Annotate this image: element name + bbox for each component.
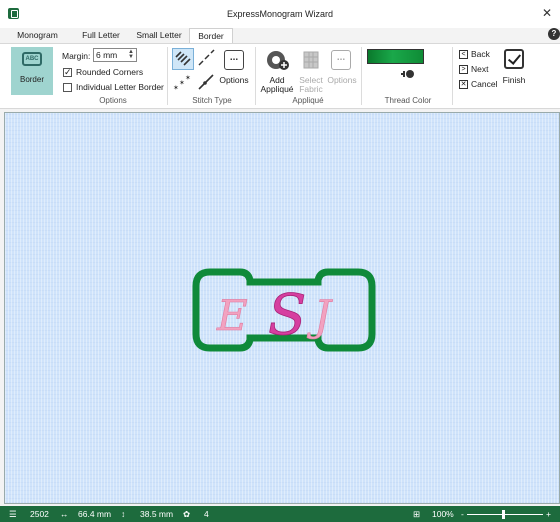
cancel-icon: ✕ [459, 80, 468, 90]
border-button[interactable]: ABC Border [11, 47, 53, 95]
rounded-corners-label: Rounded Corners [76, 67, 144, 77]
close-icon[interactable]: ✕ [542, 6, 552, 20]
stitch-options-icon[interactable]: ... [224, 50, 244, 70]
tab-full-letter[interactable]: Full Letter [74, 28, 128, 43]
tab-border[interactable]: Border [189, 28, 233, 43]
zoom-in-icon[interactable]: + [546, 509, 551, 519]
svg-text:✶: ✶ [185, 74, 191, 82]
tab-small-letter[interactable]: Small Letter [130, 28, 188, 43]
add-applique-icon[interactable] [265, 49, 289, 71]
back-button[interactable]: < Back [459, 49, 490, 60]
title-bar: ExpressMonogram Wizard ✕ [0, 0, 560, 28]
running-stitch-icon[interactable] [196, 48, 218, 70]
window-title: ExpressMonogram Wizard [226, 9, 334, 19]
separator [361, 47, 362, 105]
stitch-options-label[interactable]: Options [216, 76, 252, 85]
border-icon: ABC [22, 52, 42, 66]
zoom-out-icon[interactable]: - [461, 509, 464, 519]
monogram-letter-left: E [216, 291, 248, 340]
margin-label: Margin: [62, 51, 91, 61]
separator [255, 47, 256, 105]
satin-stitch-icon[interactable] [172, 48, 194, 70]
triple-stitch-icon[interactable] [196, 72, 218, 94]
stitch-count-icon: ☰ [9, 509, 17, 519]
border-button-label: Border [19, 75, 44, 84]
margin-spinner[interactable]: ▲ ▼ [128, 49, 134, 60]
cancel-label: Cancel [471, 79, 498, 89]
thread-color-group-label: Thread Color [384, 96, 432, 105]
stitch-type-group-label: Stitch Type [192, 96, 232, 105]
monogram-design[interactable]: E S J [190, 264, 378, 356]
app-window: ExpressMonogram Wizard ✕ ? Monogram Full… [0, 0, 560, 522]
back-label: Back [471, 49, 490, 59]
back-icon: < [459, 50, 468, 60]
zoom-slider-thumb[interactable] [502, 510, 505, 519]
ribbon: ABC Border Margin: 6 mm ▲▼ Rounded Corne… [0, 43, 560, 109]
applique-options-label[interactable]: Options [324, 76, 360, 85]
next-label: Next [471, 64, 489, 74]
applique-options-icon[interactable]: ... [331, 50, 351, 70]
tab-monogram[interactable]: Monogram [9, 28, 66, 43]
select-fabric-icon[interactable] [300, 49, 322, 71]
width-icon: ↔ [60, 509, 69, 519]
next-icon: > [459, 65, 468, 75]
individual-letter-border-label: Individual Letter Border [76, 82, 164, 92]
finish-button[interactable]: Finish [499, 76, 529, 85]
color-count: 4 [204, 509, 209, 519]
add-applique-button[interactable]: Add Appliqué [258, 76, 296, 94]
monogram-letter-right: J [306, 291, 333, 340]
color-picker-icon[interactable] [401, 69, 415, 79]
individual-letter-border-checkbox[interactable] [63, 83, 72, 92]
tab-bar: Monogram Full Letter Small Letter Border [0, 28, 560, 43]
zoom-fit-icon[interactable]: ⊞ [413, 509, 420, 520]
margin-input[interactable]: 6 mm ▲ ▼ [93, 48, 137, 62]
separator [452, 47, 453, 105]
applique-group-label: Appliqué [292, 96, 324, 105]
zoom-slider[interactable] [467, 514, 543, 515]
stitch-count: 2502 [30, 509, 49, 519]
options-group-label: Options [99, 96, 127, 105]
palette-icon: ✿ [183, 509, 191, 519]
zoom-level: 100% [432, 509, 454, 519]
margin-value: 6 mm [96, 50, 118, 60]
design-width: 66.4 mm [78, 509, 112, 519]
cancel-button[interactable]: ✕ Cancel [459, 79, 498, 90]
design-height: 38.5 mm [140, 509, 174, 519]
monogram-letter-center: S [268, 283, 306, 348]
thread-color-swatch[interactable] [367, 49, 424, 64]
status-bar: ☰ 2502 ↔ 66.4 mm ↕ 38.5 mm ✿ 4 ⊞ 100% - … [0, 506, 560, 522]
next-button[interactable]: > Next [459, 64, 489, 75]
separator [167, 47, 168, 105]
motif-stitch-icon[interactable]: ✶ ✶ ✶ [172, 72, 194, 94]
height-icon: ↕ [121, 509, 126, 519]
finish-icon[interactable] [504, 49, 524, 69]
rounded-corners-checkbox[interactable] [63, 67, 72, 78]
